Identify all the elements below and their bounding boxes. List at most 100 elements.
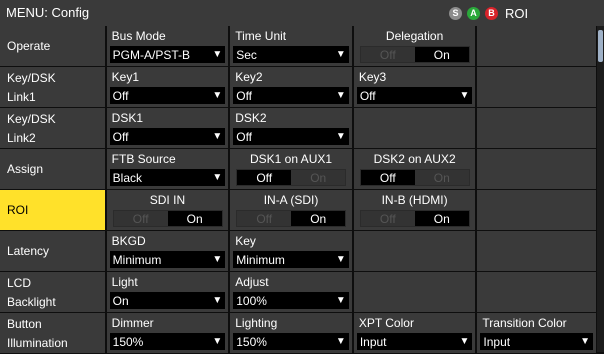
config-row: Button Illumination Dimmer 150% ▼ Lighting 150… [0, 313, 596, 354]
toggle-off-option[interactable]: Off [360, 211, 415, 226]
param-dropdown[interactable]: Sec ▼ [233, 46, 349, 63]
scrollbar-thumb[interactable] [598, 30, 603, 62]
param-cell: Bus Mode PGM-A/PST-B ▼ [106, 26, 229, 66]
param-dropdown[interactable]: Black ▼ [109, 169, 226, 186]
row-label-line1: Assign [7, 162, 44, 176]
param-name: Key3 [358, 70, 387, 84]
toggle-on-option[interactable]: On [414, 211, 469, 226]
param-dropdown[interactable]: 100% ▼ [233, 292, 349, 309]
row-label-line1: LCD [7, 275, 32, 290]
row-label[interactable]: Key/DSK Link2 [0, 108, 105, 148]
on-off-toggle[interactable]: Off On [112, 210, 223, 227]
vertical-scrollbar[interactable] [597, 26, 604, 352]
param-name: BKGD [111, 234, 146, 248]
dropdown-value: Sec [236, 47, 257, 62]
param-dropdown[interactable]: 150% ▼ [109, 333, 226, 350]
on-off-toggle[interactable]: Off On [359, 46, 470, 63]
dropdown-arrow-icon: ▼ [212, 49, 223, 60]
toggle-off-option[interactable]: Off [113, 211, 168, 226]
param-cell: Key Minimum ▼ [230, 231, 352, 271]
config-row: Key/DSK Link1 Key1 Off ▼ Key2 Off ▼ Key3 Off ▼ [0, 67, 596, 108]
dropdown-value: Off [112, 129, 129, 144]
param-name: DSK1 on AUX1 [249, 152, 333, 166]
param-name: Adjust [235, 275, 269, 289]
row-label[interactable]: Key/DSK Link1 [0, 67, 105, 107]
row-label[interactable]: Latency [0, 231, 105, 271]
param-dropdown[interactable]: Minimum ▼ [109, 251, 226, 268]
param-cell: FTB Source Black ▼ [106, 149, 229, 189]
a-badge-icon: A [467, 6, 480, 20]
param-cell: Light On ▼ [106, 272, 229, 312]
param-dropdown[interactable]: Off ▼ [109, 87, 226, 104]
on-off-toggle[interactable]: Off On [236, 210, 347, 227]
param-dropdown[interactable]: Off ▼ [356, 87, 473, 104]
row-label-line1: Key/DSK [7, 70, 56, 85]
param-cell: Time Unit Sec ▼ [230, 26, 352, 66]
title-bar: MENU: Config S A B ROI [0, 0, 604, 26]
dropdown-value: PGM-A/PST-B [112, 47, 190, 62]
row-label[interactable]: Operate [0, 26, 105, 66]
param-name: Time Unit [235, 29, 287, 43]
dropdown-value: Minimum [236, 252, 285, 267]
dropdown-value: Off [236, 129, 253, 144]
dropdown-arrow-icon: ▼ [580, 336, 590, 347]
param-dropdown[interactable]: Off ▼ [233, 87, 349, 104]
toggle-off-option[interactable]: Off [360, 170, 415, 185]
toggle-on-option[interactable]: On [414, 47, 469, 62]
dropdown-value: Off [359, 88, 376, 103]
param-name: IN-A (SDI) [263, 193, 319, 207]
row-label-line2: Illumination [7, 335, 68, 350]
param-cell: Key2 Off ▼ [230, 67, 352, 107]
param-dropdown[interactable]: Off ▼ [233, 128, 349, 145]
roi-indicator: ROI [505, 5, 529, 21]
toggle-on-option[interactable]: On [291, 211, 346, 226]
toggle-off-option[interactable]: Off [360, 47, 415, 62]
on-off-toggle[interactable]: Off On [236, 169, 347, 186]
param-dropdown[interactable]: Off ▼ [109, 128, 226, 145]
empty-cell [353, 108, 476, 148]
param-dropdown[interactable]: PGM-A/PST-B ▼ [109, 46, 226, 63]
dropdown-arrow-icon: ▼ [335, 131, 346, 142]
toggle-on-option[interactable]: On [414, 170, 469, 185]
param-name: IN-B (HDMI) [381, 193, 448, 207]
toggle-off-option[interactable]: Off [237, 170, 292, 185]
empty-cell [477, 231, 596, 271]
dropdown-arrow-icon: ▼ [212, 254, 223, 265]
param-name: Bus Mode [111, 29, 166, 43]
config-row: Key/DSK Link2 DSK1 Off ▼ DSK2 Off ▼ [0, 108, 596, 149]
param-dropdown[interactable]: Input ▼ [356, 333, 473, 350]
param-dropdown[interactable]: On ▼ [109, 292, 226, 309]
empty-cell [477, 108, 596, 148]
row-label-line2: Link1 [7, 89, 36, 104]
param-cell: Key1 Off ▼ [106, 67, 229, 107]
dropdown-arrow-icon: ▼ [335, 90, 346, 101]
dropdown-value: On [112, 293, 129, 308]
dropdown-arrow-icon: ▼ [335, 336, 346, 347]
param-dropdown[interactable]: Minimum ▼ [233, 251, 349, 268]
param-cell: Adjust 100% ▼ [230, 272, 352, 312]
toggle-off-option[interactable]: Off [237, 211, 292, 226]
row-label[interactable]: Button Illumination [0, 313, 105, 353]
row-label-line2: Link2 [7, 130, 36, 145]
row-label[interactable]: LCD Backlight [0, 272, 105, 312]
on-off-toggle[interactable]: Off On [359, 169, 470, 186]
dropdown-arrow-icon: ▼ [335, 254, 346, 265]
on-off-toggle[interactable]: Off On [359, 210, 470, 227]
dropdown-value: 100% [236, 293, 267, 308]
dropdown-value: Minimum [112, 252, 162, 267]
param-cell: Delegation Off On [353, 26, 476, 66]
row-label[interactable]: Assign [0, 149, 105, 189]
param-name: Key2 [235, 70, 263, 84]
toggle-on-option[interactable]: On [291, 170, 346, 185]
b-badge-icon: B [485, 6, 498, 20]
toggle-on-option[interactable]: On [167, 211, 222, 226]
param-cell: IN-B (HDMI) Off On [353, 190, 476, 230]
param-name: Key1 [111, 70, 140, 84]
param-dropdown[interactable]: 150% ▼ [233, 333, 349, 350]
param-dropdown[interactable]: Input ▼ [480, 333, 593, 350]
param-cell: Transition Color Input ▼ [477, 313, 596, 353]
param-name: SDI IN [149, 193, 186, 207]
param-name: Key [235, 234, 256, 248]
config-row: Assign FTB Source Black ▼ DSK1 on AUX1 Off On D… [0, 149, 596, 190]
row-label[interactable]: ROI [0, 190, 105, 230]
